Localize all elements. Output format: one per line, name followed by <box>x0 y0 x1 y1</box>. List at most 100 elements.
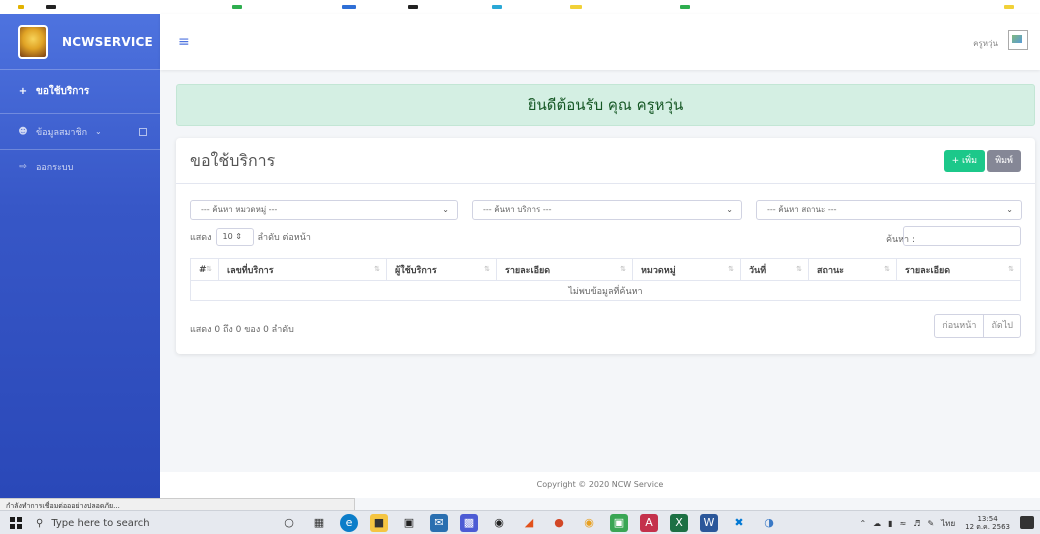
brand[interactable]: NCWSERVICE <box>0 14 160 70</box>
sort-icon: ⇅ <box>728 265 734 273</box>
sidebar-item-label: ขอใช้บริการ <box>36 86 90 97</box>
column-label: ผู้ใช้บริการ <box>395 265 437 276</box>
battery-icon[interactable]: ▮ <box>888 519 892 528</box>
column-header[interactable]: หมวดหมู่ ⇅ <box>632 258 741 281</box>
page-length-control: แสดง 10 ⇕ ลำดับ ต่อหน้า <box>190 228 311 246</box>
wifi-icon[interactable]: ≈ <box>900 519 907 528</box>
browser-tab-strip <box>0 0 1040 14</box>
chevron-down-icon: ⌄ <box>1006 205 1013 214</box>
excel-icon[interactable]: X <box>670 514 688 532</box>
green-app-icon[interactable]: ▣ <box>610 514 628 532</box>
select-value: --- ค้นหา บริการ --- <box>483 205 552 214</box>
access-icon[interactable]: A <box>640 514 658 532</box>
column-header[interactable]: เลขที่บริการ ⇅ <box>218 258 387 281</box>
sort-icon: ⇅ <box>206 265 212 273</box>
column-header[interactable]: สถานะ ⇅ <box>808 258 897 281</box>
office-icon[interactable]: ◢ <box>520 514 538 532</box>
language-indicator[interactable]: ไทย <box>941 517 955 530</box>
chevron-down-icon: ⌄ <box>442 205 449 214</box>
prev-page-button[interactable]: ก่อนหน้า <box>935 315 983 337</box>
sidebar-item-label: ข้อมูลสมาชิก <box>36 127 88 138</box>
clock-time: 13:54 <box>977 515 998 523</box>
category-filter-select[interactable]: --- ค้นหา หมวดหมู่ --- ⌄ <box>190 200 458 220</box>
sidebar-item-label: ออกระบบ <box>36 163 74 173</box>
file-explorer-icon[interactable]: ■ <box>370 514 388 532</box>
sidebar-item-member-info[interactable]: ☻ ข้อมูลสมาชิก ⌄ <box>0 114 160 150</box>
browser-status-text: กำลังทำการเชื่อมต่อออย่างปลอดภัย... <box>0 498 355 510</box>
collapse-icon[interactable] <box>139 128 147 136</box>
print-button[interactable]: พิมพ์ <box>987 150 1021 172</box>
column-header[interactable]: ผู้ใช้บริการ ⇅ <box>386 258 497 281</box>
photos-icon[interactable]: ▩ <box>460 514 478 532</box>
service-request-card: ขอใช้บริการ + เพิ่ม พิมพ์ --- ค้นหา หมวด… <box>176 138 1035 354</box>
column-label: รายละเอียด <box>505 265 551 276</box>
sort-icon: ⇅ <box>884 265 890 273</box>
column-header[interactable]: รายละเอียด ⇅ <box>496 258 633 281</box>
sort-icon: ⇅ <box>484 265 490 273</box>
clock-date: 12 ต.ค. 2563 <box>965 523 1010 531</box>
select-value: --- ค้นหา หมวดหมู่ --- <box>201 205 278 214</box>
hamburger-menu-icon[interactable]: ≡ <box>178 34 190 50</box>
table-info: แสดง 0 ถึง 0 ของ 0 ลำดับ <box>190 325 294 335</box>
chevron-down-icon: ⌄ <box>95 127 102 136</box>
search-input[interactable] <box>903 226 1021 246</box>
brand-name: NCWSERVICE <box>62 34 153 49</box>
column-label: เลขที่บริการ <box>227 265 274 276</box>
volume-icon[interactable]: ♬ <box>913 519 920 528</box>
page-length-select[interactable]: 10 ⇕ <box>215 228 254 246</box>
sidebar-item-request-service[interactable]: + ขอใช้บริการ <box>0 70 160 114</box>
length-prefix: แสดง <box>190 233 212 243</box>
column-label: สถานะ <box>817 265 844 276</box>
sidebar-item-logout[interactable]: ⇨ ออกระบบ <box>0 150 160 184</box>
notification-icon[interactable] <box>1020 516 1034 529</box>
taskbar-apps: ○ ▦ e ■ ▣ ✉ ▩ ◉ ◢ ● ◉ ▣ A X W ✖ ◑ <box>280 514 790 532</box>
pen-icon[interactable]: ✎ <box>927 519 934 528</box>
user-icon: ☻ <box>18 126 28 137</box>
page-length-value: 10 <box>222 232 233 241</box>
avatar[interactable] <box>1008 30 1028 50</box>
edge-icon[interactable]: e <box>340 514 358 532</box>
select-value: --- ค้นหา สถานะ --- <box>767 205 837 214</box>
service-filter-select[interactable]: --- ค้นหา บริการ --- ⌄ <box>472 200 742 220</box>
powerpoint-icon[interactable]: ● <box>550 514 568 532</box>
footer: Copyright © 2020 NCW Service <box>160 472 1040 498</box>
windows-start-icon[interactable] <box>10 517 22 529</box>
status-filter-select[interactable]: --- ค้นหา สถานะ --- ⌄ <box>756 200 1022 220</box>
logout-icon: ⇨ <box>19 162 27 172</box>
vscode-icon[interactable]: ✖ <box>730 514 748 532</box>
chrome-icon[interactable]: ◉ <box>580 514 598 532</box>
column-header[interactable]: # ⇅ <box>190 258 219 281</box>
card-header: ขอใช้บริการ + เพิ่ม พิมพ์ <box>176 138 1035 184</box>
mail-icon[interactable]: ✉ <box>430 514 448 532</box>
user-name[interactable]: ครูหวุ่น <box>973 37 998 50</box>
next-page-button[interactable]: ถัดไป <box>983 315 1020 337</box>
school-logo <box>18 24 48 59</box>
column-header[interactable]: รายละเอียด ⇅ <box>896 258 1021 281</box>
add-button[interactable]: + เพิ่ม <box>943 150 985 172</box>
column-header[interactable]: วันที่ ⇅ <box>740 258 809 281</box>
table-row: ไม่พบข้อมูลที่ค้นหา <box>190 280 1021 301</box>
task-view-icon[interactable]: ▦ <box>310 514 328 532</box>
column-label: วันที่ <box>749 265 767 276</box>
sort-icon: ⇅ <box>374 265 380 273</box>
plus-icon: + <box>18 86 28 97</box>
topbar: ≡ ครูหวุ่น <box>160 14 1040 70</box>
xbox-icon[interactable]: ◉ <box>490 514 508 532</box>
column-label: รายละเอียด <box>905 265 951 276</box>
chevron-up-icon[interactable]: ⌃ <box>859 519 866 528</box>
store-icon[interactable]: ▣ <box>400 514 418 532</box>
page-title: ขอใช้บริการ <box>190 151 276 170</box>
network-app-icon[interactable]: ◑ <box>760 514 778 532</box>
sort-icon: ⇅ <box>1008 265 1014 273</box>
word-icon[interactable]: W <box>700 514 718 532</box>
sidebar: NCWSERVICE + ขอใช้บริการ ☻ ข้อมูลสมาชิก … <box>0 14 160 498</box>
taskbar-search[interactable]: ⚲ Type here to search <box>36 514 268 532</box>
pagination: ก่อนหน้า ถัดไป <box>934 314 1021 338</box>
cloud-icon[interactable]: ☁ <box>873 519 881 528</box>
sort-icon: ⇅ <box>620 265 626 273</box>
cortana-icon[interactable]: ○ <box>280 514 298 532</box>
welcome-alert: ยินดีต้อนรับ คุณ ครูหวุ่น <box>176 84 1035 126</box>
windows-taskbar: ⚲ Type here to search ○ ▦ e ■ ▣ ✉ ▩ ◉ ◢ … <box>0 510 1040 534</box>
clock[interactable]: 13:54 12 ต.ค. 2563 <box>965 515 1010 531</box>
system-tray: ⌃ ☁ ▮ ≈ ♬ ✎ ไทย 13:54 12 ต.ค. 2563 <box>852 514 1010 532</box>
